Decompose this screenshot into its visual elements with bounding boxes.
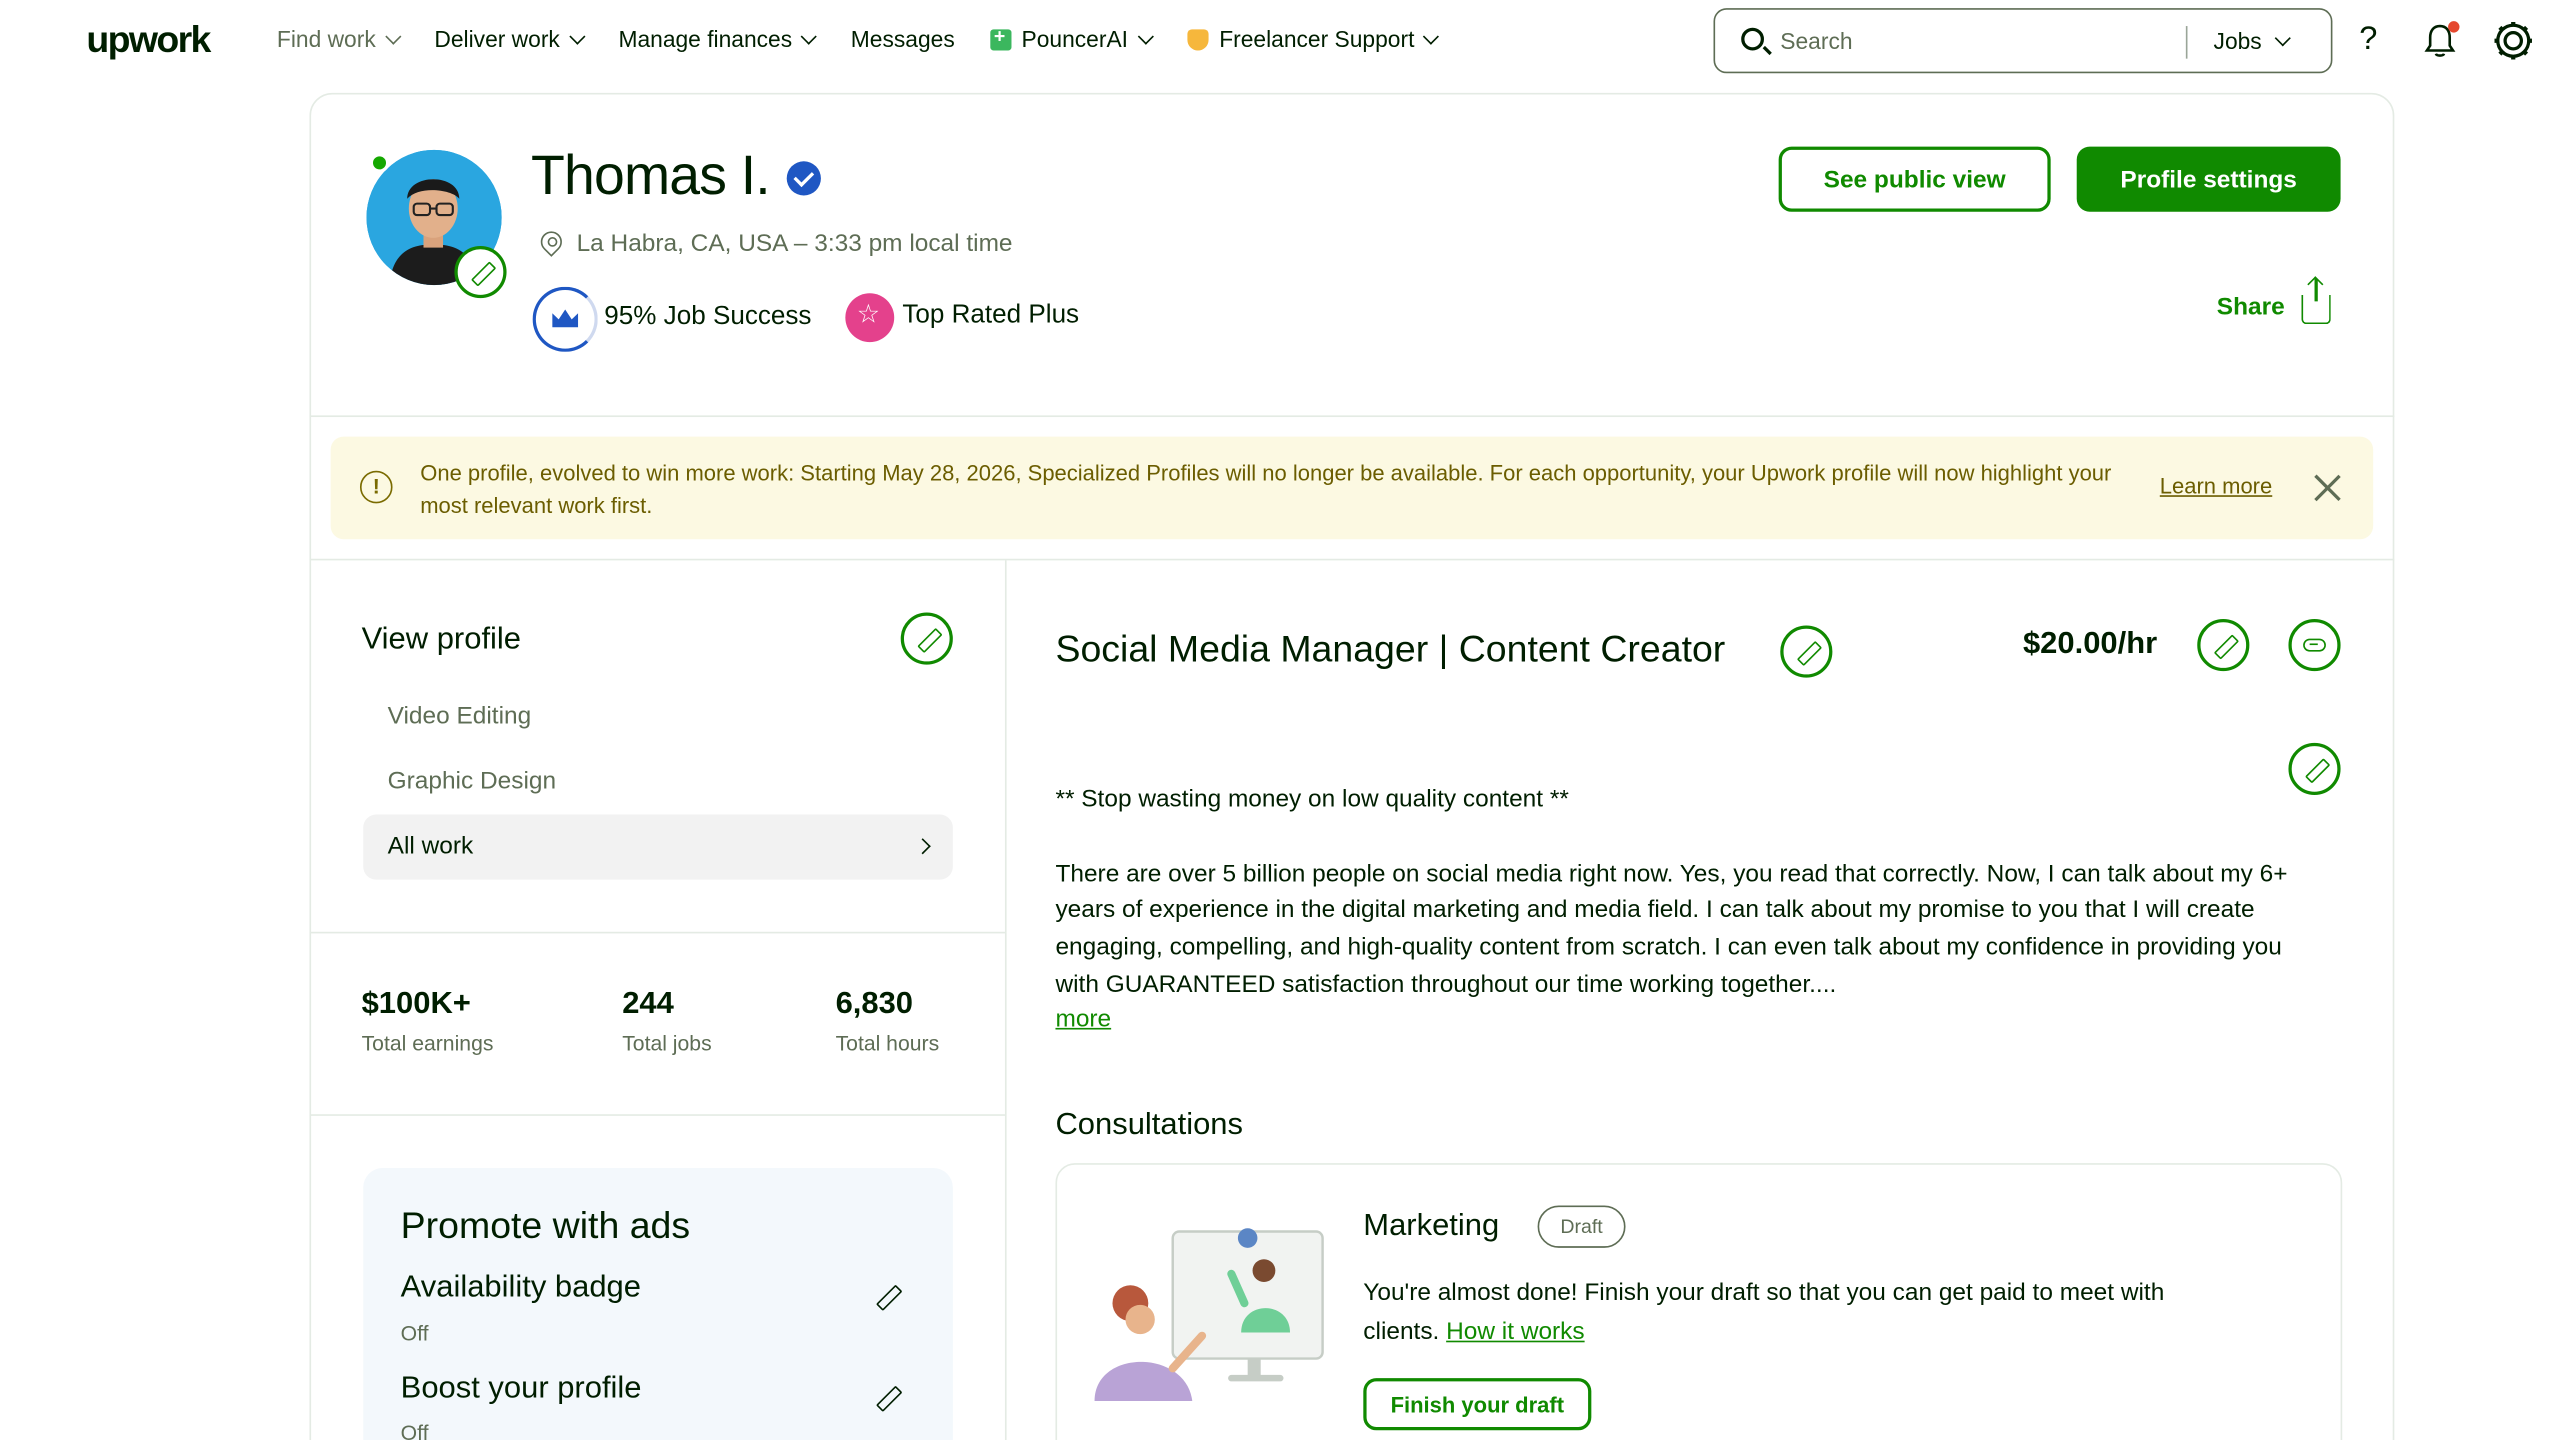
share-icon [2301,278,2331,325]
close-icon[interactable] [2311,471,2344,504]
stat-earnings-value: $100K+ [361,987,471,1022]
pencil-icon [1796,641,1817,662]
profile-name: Thomas I. [530,144,771,207]
stats-divider [309,931,1005,934]
boost-profile-label: Boost your profile [400,1371,642,1406]
nav-messages-label: Messages [850,26,955,53]
banner-message: One profile, evolved to win more work: S… [420,461,2112,519]
hourly-rate: $20.00/hr [2022,627,2158,662]
edit-specialties-button[interactable] [900,612,953,665]
pencil-icon [916,628,937,649]
promote-ads-title: Promote with ads [400,1203,691,1247]
search-input[interactable] [1780,24,2172,58]
nav-manage-finances-label: Manage finances [618,26,793,53]
nav-messages[interactable]: Messages [851,26,955,52]
nav-pouncer-ai-label: PouncerAI [1021,26,1128,53]
consultations-heading: Consultations [1055,1107,1243,1142]
learn-more-link[interactable]: Learn more [2160,474,2272,498]
search-bar: Jobs [1713,8,2333,74]
profile-location: La Habra, CA, USA – 3:33 pm local time [576,229,1013,258]
all-work-label: All work [387,832,474,861]
profile-overview: ** Stop wasting money on low quality con… [1055,782,2301,1042]
nav-find-work-label: Find work [276,26,376,53]
chevron-down-icon [568,27,585,44]
pencil-icon [2304,758,2325,779]
edit-title-button[interactable] [1780,625,1833,678]
availability-badge-label: Availability badge [400,1270,641,1305]
search-icon [1741,27,1764,51]
verified-badge-icon [786,161,821,196]
consultation-name: Marketing [1363,1208,1500,1243]
stat-earnings-label: Total earnings [361,1031,494,1056]
top-rated-badge: Top Rated Plus [902,301,1080,330]
header-divider [309,415,2395,418]
draft-status-badge: Draft [1537,1205,1626,1248]
pencil-icon [2213,634,2234,655]
availability-badge-status: Off [400,1321,429,1346]
profile-title: Social Media Manager | Content Creator [1055,627,1726,670]
boost-profile-status: Off [400,1420,429,1440]
info-icon: ! [359,470,393,504]
nav-pouncer-ai[interactable]: PouncerAI [990,24,1154,53]
finish-draft-button[interactable]: Finish your draft [1363,1378,1592,1431]
overview-heading: ** Stop wasting money on low quality con… [1055,785,1569,813]
more-link[interactable]: more [1055,1005,1111,1033]
support-badge-icon [1186,28,1208,50]
view-profile-heading: View profile [361,622,522,657]
specialty-video-editing[interactable]: Video Editing [388,702,532,730]
consultation-description: You're almost done! Finish your draft so… [1363,1274,2243,1352]
notification-dot [2448,21,2460,33]
chevron-down-icon [384,27,401,44]
overview-body: There are over 5 billion people on socia… [1055,859,2288,999]
online-status-dot [369,153,390,173]
search-divider [2185,26,2188,59]
top-navigation: upwork Find work Deliver work Manage fin… [0,0,2554,85]
pencil-icon [470,261,491,282]
job-success-score: 95% Job Success [604,302,812,331]
upwork-profile-page: upwork Find work Deliver work Manage fin… [0,0,2554,1440]
chevron-right-icon [914,838,931,855]
ai-badge-icon [990,24,1012,50]
promo-divider [309,1114,1005,1116]
edit-boost-profile-icon[interactable] [876,1386,899,1409]
stat-hours-value: 6,830 [835,987,914,1022]
nav-menu: Find work Deliver work Manage finances M… [276,24,1473,53]
nav-freelancer-support[interactable]: Freelancer Support [1186,26,1440,53]
edit-photo-button[interactable] [454,245,507,299]
edit-availability-badge-icon[interactable] [876,1285,899,1308]
how-it-works-link[interactable]: How it works [1446,1318,1584,1346]
nav-find-work[interactable]: Find work [276,26,401,53]
link-icon [2303,638,2326,652]
user-settings-gear-icon[interactable] [2494,21,2533,60]
upwork-logo[interactable]: upwork [86,18,211,62]
specialty-graphic-design[interactable]: Graphic Design [388,767,556,795]
help-icon[interactable]: ? [2354,23,2383,56]
profile-settings-button[interactable]: Profile settings [2076,146,2341,212]
see-public-view-button[interactable]: See public view [1778,146,2051,212]
copy-link-button[interactable] [2288,619,2341,672]
stat-hours-label: Total hours [835,1031,940,1056]
job-success-crown-icon [532,286,598,352]
share-label: Share [2216,292,2285,321]
consultation-illustration [1094,1228,1324,1401]
column-divider [1004,560,1007,1440]
chevron-down-icon [801,27,818,44]
banner-divider [309,558,2395,561]
chevron-down-icon [1423,27,1440,44]
share-button[interactable]: Share [2216,278,2331,325]
search-scope-label: Jobs [2213,27,2262,54]
edit-rate-button[interactable] [2197,619,2250,672]
stat-jobs-label: Total jobs [622,1031,712,1056]
nav-deliver-work-label: Deliver work [434,26,560,53]
nav-manage-finances[interactable]: Manage finances [618,26,818,53]
chevron-down-icon [1137,27,1154,44]
search-scope-dropdown[interactable]: Jobs [2213,27,2291,54]
nav-deliver-work[interactable]: Deliver work [434,26,585,53]
all-work-item[interactable]: All work [363,814,953,880]
nav-freelancer-support-label: Freelancer Support [1219,26,1415,53]
chevron-down-icon [2274,29,2291,46]
stat-jobs-value: 244 [622,987,674,1022]
top-rated-plus-icon [845,293,895,343]
